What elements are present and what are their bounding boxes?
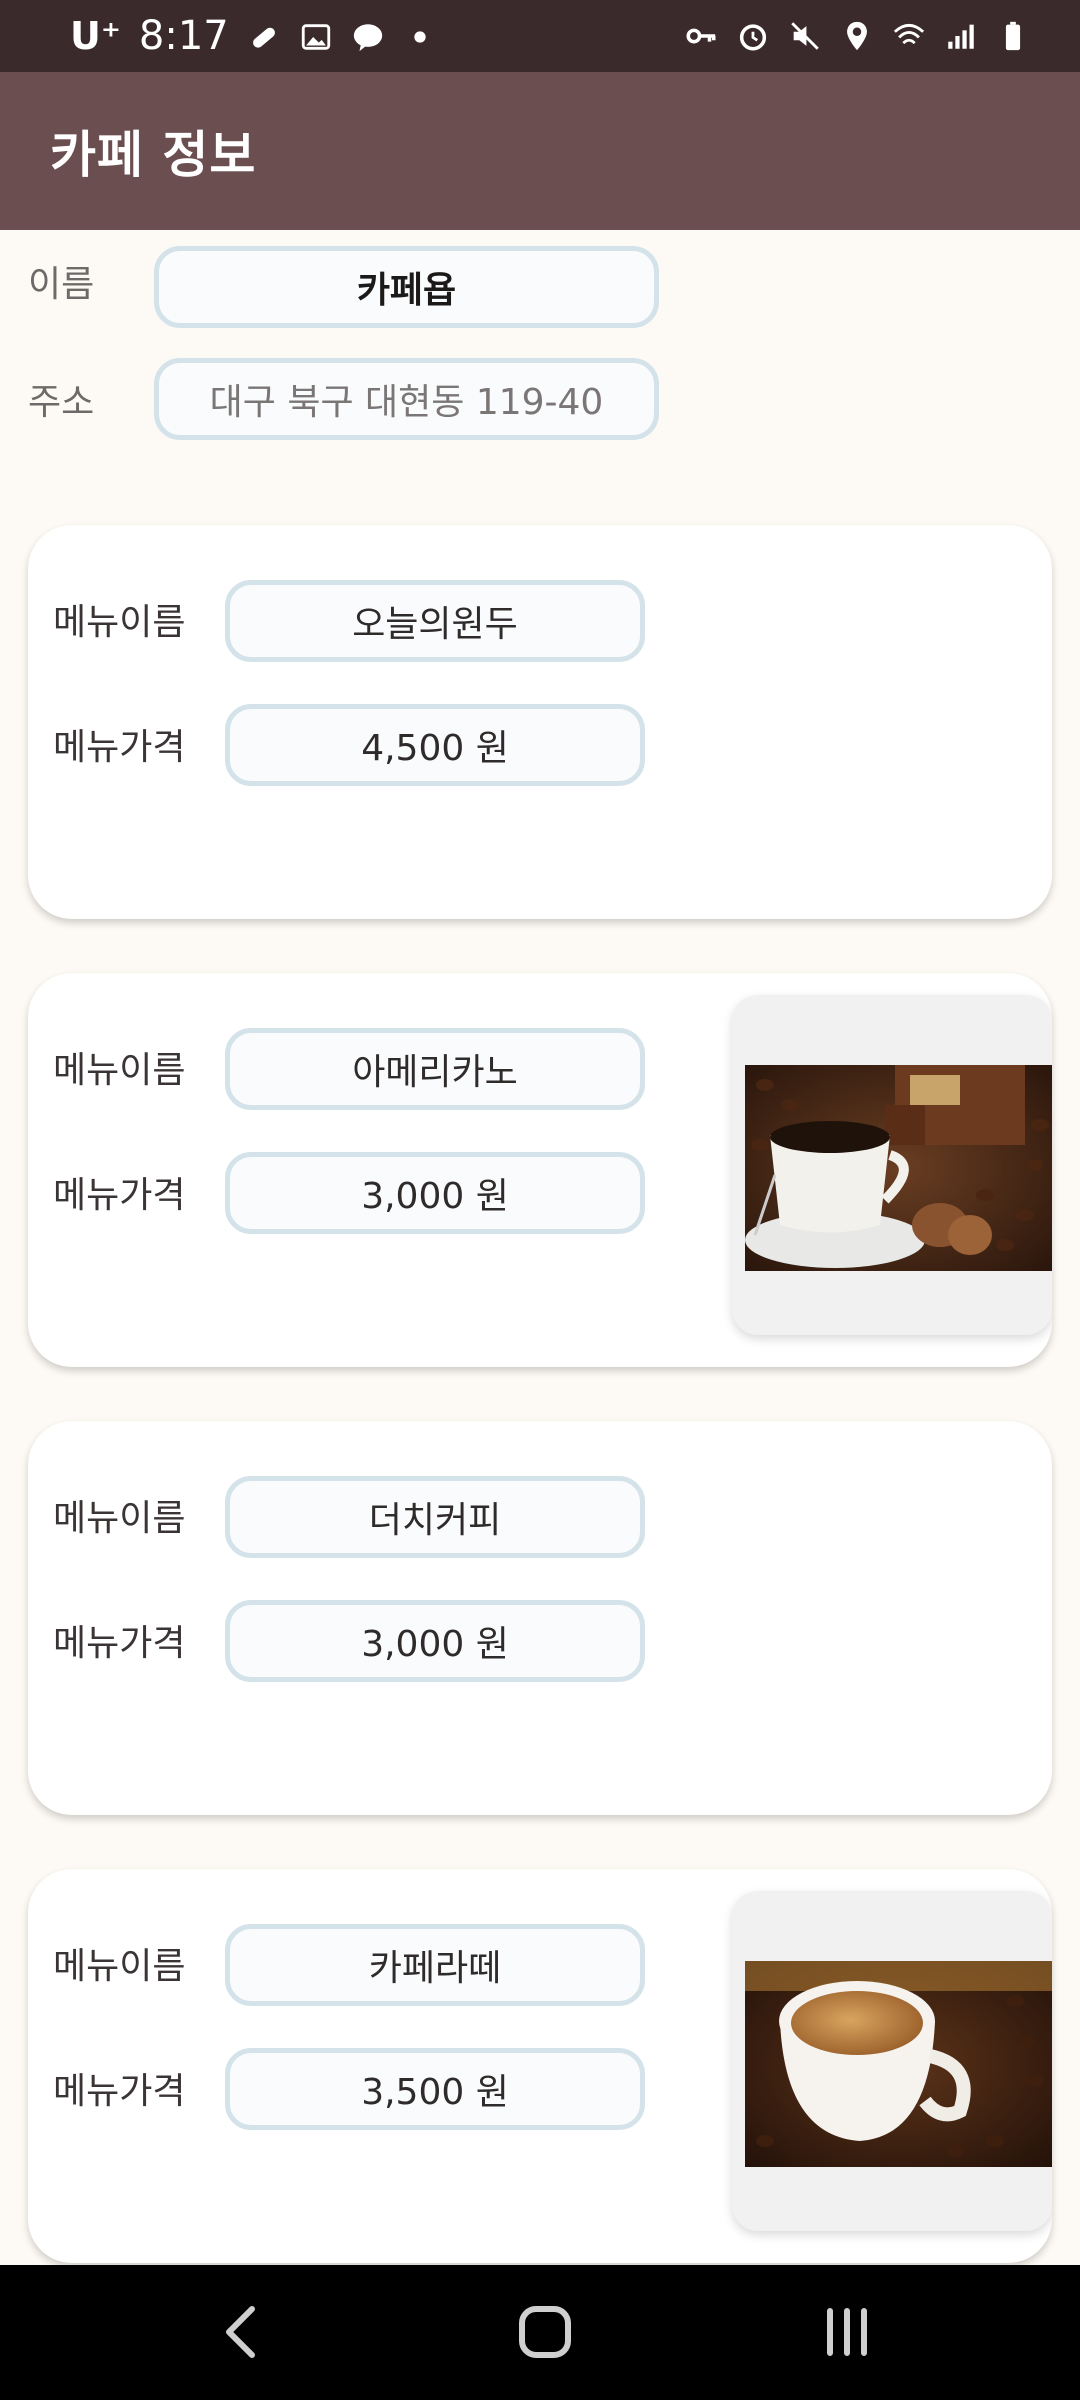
menu-card[interactable]: 메뉴이름 더치커피 메뉴가격 3,000 원 <box>28 1421 1052 1815</box>
carrier-label: U⁺ <box>70 14 121 58</box>
cafe-detail-content[interactable]: 이름 카페욥 주소 대구 북구 대현동 119-40 메뉴이름 오늘의원두 메뉴… <box>0 230 1080 2265</box>
home-icon[interactable] <box>510 2297 580 2367</box>
signal-icon <box>944 19 978 53</box>
menu-name-field[interactable]: 더치커피 <box>225 1476 645 1558</box>
key-icon <box>684 19 718 53</box>
menu-name-field[interactable]: 오늘의원두 <box>225 580 645 662</box>
clock: 8:17 <box>138 13 229 59</box>
battery-icon <box>996 19 1030 53</box>
status-bar: U⁺ 8:17 <box>0 0 1080 72</box>
menu-price-field[interactable]: 3,000 원 <box>225 1600 645 1682</box>
bandage-icon <box>247 19 281 53</box>
page-title: 카페 정보 <box>50 126 257 184</box>
menu-price-label: 메뉴가격 <box>53 2071 186 2112</box>
menu-image-frame[interactable] <box>732 1891 1052 2231</box>
coffee-cup-beans-photo <box>745 1065 1052 1271</box>
alarm-icon <box>736 19 770 53</box>
address-label: 주소 <box>28 382 95 423</box>
espresso-cup-beans-photo <box>745 1961 1052 2167</box>
back-icon[interactable] <box>207 2297 277 2367</box>
wifi-icon <box>892 19 926 53</box>
system-nav-bar <box>0 2265 1080 2400</box>
menu-name-label: 메뉴이름 <box>53 1050 186 1091</box>
menu-name-label: 메뉴이름 <box>53 602 186 643</box>
cafe-name-field[interactable]: 카페욥 <box>154 246 659 328</box>
menu-card[interactable]: 메뉴이름 카페라떼 메뉴가격 3,500 원 <box>28 1869 1052 2263</box>
recents-icon[interactable] <box>812 2297 882 2367</box>
menu-image-frame[interactable] <box>732 995 1052 1335</box>
menu-name-field[interactable]: 카페라떼 <box>225 1924 645 2006</box>
location-icon <box>840 19 874 53</box>
talk-icon <box>351 19 385 53</box>
menu-name-label: 메뉴이름 <box>53 1498 186 1539</box>
menu-price-label: 메뉴가격 <box>53 727 186 768</box>
status-icons <box>684 19 1030 53</box>
dot-icon <box>403 19 437 53</box>
menu-name-label: 메뉴이름 <box>53 1946 186 1987</box>
menu-price-label: 메뉴가격 <box>53 1623 186 1664</box>
menu-price-field[interactable]: 3,500 원 <box>225 2048 645 2130</box>
menu-name-field[interactable]: 아메리카노 <box>225 1028 645 1110</box>
menu-price-field[interactable]: 4,500 원 <box>225 704 645 786</box>
menu-price-field[interactable]: 3,000 원 <box>225 1152 645 1234</box>
gallery-icon <box>299 19 333 53</box>
name-label: 이름 <box>28 264 95 305</box>
cafe-address-field[interactable]: 대구 북구 대현동 119-40 <box>154 358 659 440</box>
menu-card[interactable]: 메뉴이름 오늘의원두 메뉴가격 4,500 원 <box>28 525 1052 919</box>
menu-card[interactable]: 메뉴이름 아메리카노 메뉴가격 3,000 원 <box>28 973 1052 1367</box>
menu-price-label: 메뉴가격 <box>53 1175 186 1216</box>
status-left: U⁺ 8:17 <box>70 13 437 59</box>
app-bar: 카페 정보 <box>0 72 1080 230</box>
mute-icon <box>788 19 822 53</box>
